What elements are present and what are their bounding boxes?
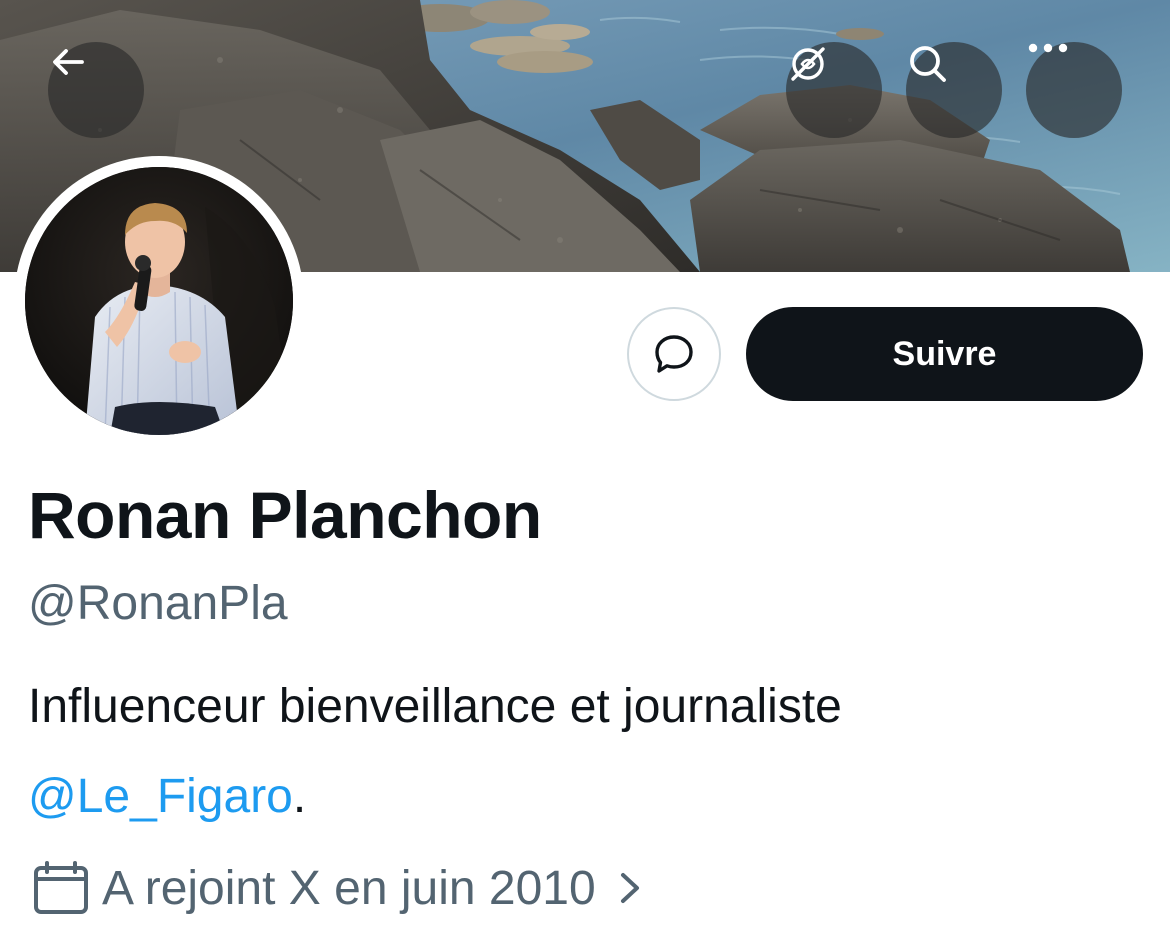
more-options-button[interactable] [1026,42,1122,138]
profile-bio: Influenceur bienveillance et journaliste… [28,680,1148,842]
search-button[interactable] [906,42,1002,138]
follow-button[interactable]: Suivre [746,307,1143,401]
arrow-left-icon [53,49,84,75]
bio-suffix: . [292,770,307,823]
translate-toggle-button[interactable] [786,42,882,138]
message-bubble-icon [655,335,693,373]
joined-date-text: A rejoint X en juin 2010 [102,861,596,915]
calendar-icon [30,860,90,916]
joined-date-row[interactable]: A rejoint X en juin 2010 [30,856,642,920]
search-icon [910,46,946,82]
display-name: Ronan Planchon [28,478,542,552]
avatar[interactable] [14,156,304,446]
bio-mention-link[interactable]: @Le_Figaro [28,770,293,823]
chevron-right-icon [618,870,642,906]
avatar-image [25,167,293,435]
bio-mention-line: @Le_Figaro. [28,752,1148,842]
bio-text: Influenceur bienveillance et journaliste [28,680,842,733]
back-button[interactable] [48,42,144,138]
user-handle: @RonanPla [28,577,288,630]
message-button[interactable] [627,307,721,401]
more-horizontal-icon [1028,43,1068,53]
profile-page: Suivre Ronan Planchon @RonanPla Influenc… [0,0,1170,930]
no-translate-icon [791,47,825,81]
